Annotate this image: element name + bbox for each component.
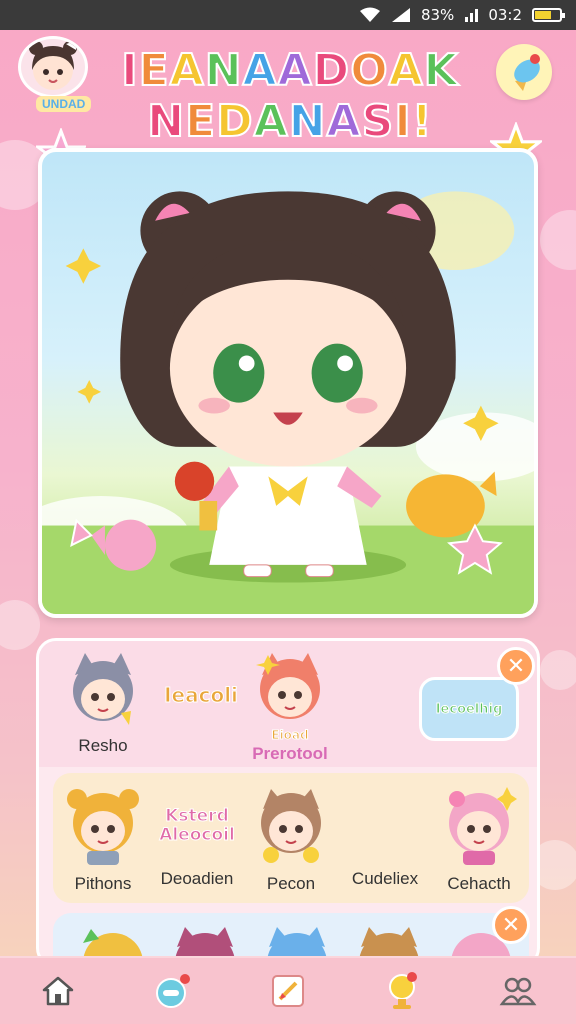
ice-cream-icon xyxy=(514,54,540,91)
featured-character-illustration xyxy=(42,191,534,614)
character-logo: Ksterd Aleocoil xyxy=(151,785,243,867)
character-name: Prerotool xyxy=(252,744,328,763)
title-line-2: NEDANASI! xyxy=(110,95,470,148)
title-letter: A xyxy=(169,44,205,96)
battery-icon xyxy=(532,8,565,22)
character-card[interactable]: Pithons xyxy=(57,785,149,894)
character-card[interactable]: Iecoelhig xyxy=(419,677,529,741)
character-name: Pecon xyxy=(266,874,316,893)
title-letter: A xyxy=(277,44,313,96)
title-line-1: IEANAADOAK xyxy=(110,44,470,97)
nav-notes[interactable] xyxy=(262,965,314,1017)
character-name: Cudeliex xyxy=(351,869,419,888)
close-button[interactable]: ✕ xyxy=(497,647,535,685)
title-letter: N xyxy=(204,44,243,96)
character-card[interactable]: Cehacth xyxy=(433,785,525,894)
close-icon: ✕ xyxy=(501,912,521,938)
status-bar: 83% 03:2 xyxy=(0,0,576,30)
character-logo-text: Ksterd Aleocoil xyxy=(159,806,236,845)
close-icon: ✕ xyxy=(506,653,526,679)
character-portrait xyxy=(67,789,139,865)
title-letter: A xyxy=(326,95,362,147)
status-time: 03:2 xyxy=(488,6,522,24)
signal-icon xyxy=(391,7,411,23)
character-badge: Eioad xyxy=(271,728,309,743)
character-card[interactable]: Ksterd Aleocoil Deoadien xyxy=(151,785,243,889)
trophy-icon xyxy=(389,972,418,1009)
logo-badge-text: Iecoelhig xyxy=(435,701,503,717)
title-letter: A xyxy=(242,44,278,96)
bubble-decoration xyxy=(0,600,40,650)
title-letter: O xyxy=(349,44,389,96)
nav-games[interactable] xyxy=(147,965,199,1017)
gamepad-icon xyxy=(155,974,190,1008)
character-portrait-empty xyxy=(339,785,431,867)
battery-percent: 83% xyxy=(420,6,455,24)
home-icon xyxy=(42,976,73,1006)
player-name-badge: UNDAD xyxy=(36,96,92,112)
title-letter: S xyxy=(361,95,395,147)
notes-icon xyxy=(271,975,304,1007)
nav-trophy[interactable] xyxy=(377,965,429,1017)
bubble-decoration xyxy=(540,650,576,690)
bottom-navigation xyxy=(0,956,576,1024)
title-letter: I xyxy=(393,95,412,147)
featured-character-card[interactable] xyxy=(38,148,538,618)
character-card[interactable]: Resho xyxy=(53,651,153,756)
title-letter: K xyxy=(423,44,459,96)
nav-friends[interactable] xyxy=(492,965,544,1017)
character-card[interactable]: Eioad Prerotool xyxy=(235,651,345,764)
ice-cream-button[interactable] xyxy=(496,44,552,100)
title-letter: A xyxy=(388,44,424,96)
character-name: Resho xyxy=(78,736,128,755)
wifi-icon xyxy=(359,7,381,23)
title-letter: N xyxy=(146,95,186,147)
player-avatar[interactable] xyxy=(18,36,88,98)
bubble-decoration xyxy=(540,210,576,270)
character-card[interactable]: Pecon xyxy=(245,785,337,894)
character-logo-badge: Iecoelhig xyxy=(419,677,519,741)
title-letter: D xyxy=(312,44,351,96)
title-letter: E xyxy=(184,95,217,147)
title-letter: E xyxy=(138,44,170,96)
roster-row: Resho Ieacoli Eioad Prerotool Iecoelhig … xyxy=(39,641,537,767)
character-roster-panel: Resho Ieacoli Eioad Prerotool Iecoelhig … xyxy=(36,638,540,968)
roster-row: Pithons Ksterd Aleocoil Deoadien Pecon C… xyxy=(53,773,529,903)
title-letter: D xyxy=(215,95,254,147)
friends-icon xyxy=(499,977,537,1006)
character-portrait xyxy=(449,787,517,865)
title-letter: ! xyxy=(411,95,433,147)
title-letter: A xyxy=(253,95,289,147)
character-portrait xyxy=(256,653,320,719)
game-title-logo: IEANAADOAK NEDANASI! xyxy=(110,44,470,148)
character-name: Cehacth xyxy=(447,874,511,893)
close-button[interactable]: ✕ xyxy=(492,906,530,944)
character-card[interactable]: Cudeliex xyxy=(339,785,431,889)
title-letter: N xyxy=(288,95,327,147)
signal-bars-icon xyxy=(464,8,479,22)
character-name: Deoadien xyxy=(160,869,234,888)
nav-home[interactable] xyxy=(32,965,84,1017)
character-portrait xyxy=(261,789,321,863)
character-name: Pithons xyxy=(74,874,132,893)
title-letter: I xyxy=(120,44,139,96)
character-portrait xyxy=(73,653,133,725)
